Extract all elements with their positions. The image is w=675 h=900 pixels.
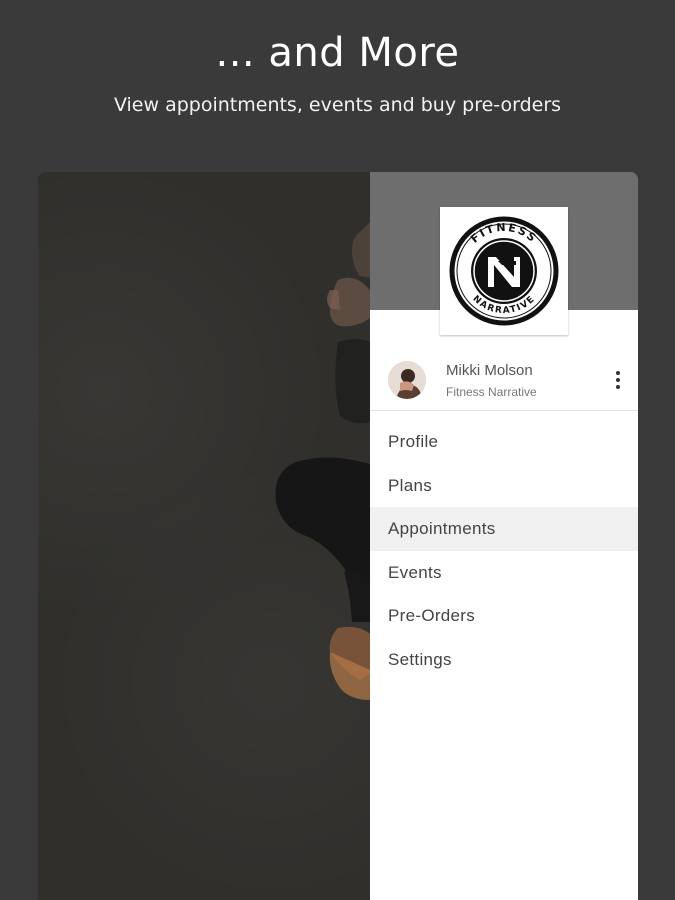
menu-item-pre-orders[interactable]: Pre-Orders	[370, 594, 638, 638]
navigation-drawer: FITNESS NARRATIVE Mikki Molson Fitness N…	[370, 172, 638, 900]
drawer-menu: Profile Plans Appointments Events Pre-Or…	[370, 420, 638, 682]
fitness-narrative-logo: FITNESS NARRATIVE	[440, 207, 568, 335]
menu-item-profile[interactable]: Profile	[370, 420, 638, 464]
user-name: Mikki Molson	[446, 362, 533, 379]
background-photo	[38, 172, 370, 900]
promo-subtitle: View appointments, events and buy pre-or…	[113, 94, 562, 116]
promo-title: ... and More	[215, 30, 460, 76]
more-options-icon[interactable]	[608, 366, 628, 394]
user-organization: Fitness Narrative	[446, 385, 537, 399]
menu-item-settings[interactable]: Settings	[370, 638, 638, 682]
menu-item-events[interactable]: Events	[370, 551, 638, 595]
user-account-row[interactable]: Mikki Molson Fitness Narrative	[370, 350, 638, 411]
menu-item-appointments[interactable]: Appointments	[370, 507, 638, 551]
menu-item-plans[interactable]: Plans	[370, 464, 638, 508]
avatar	[388, 361, 426, 399]
app-screen: FITNESS NARRATIVE Mikki Molson Fitness N…	[38, 172, 638, 900]
